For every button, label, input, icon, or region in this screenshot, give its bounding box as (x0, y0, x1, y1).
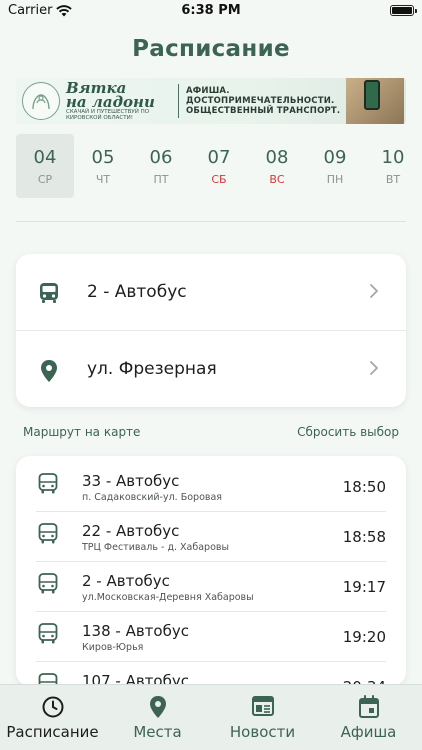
status-time: 6:38 PM (181, 3, 241, 18)
tab-label: Места (133, 723, 182, 741)
banner-text-line1: АФИША. (186, 86, 230, 96)
bus-outline-icon (38, 473, 58, 494)
tab-places[interactable]: Места (105, 685, 210, 750)
tab-events[interactable]: Афиша (316, 685, 421, 750)
date-weekday: ВТ (385, 173, 401, 186)
trip-route: Киров-Юрья (82, 642, 144, 653)
date-number: 08 (265, 147, 289, 168)
banner-subtitle: скачай и путешествуй по Кировской област… (66, 109, 150, 121)
trip-time: 19:17 (342, 578, 386, 596)
list-item[interactable]: 138 - Автобус Киров-Юрья 19:20 (16, 606, 406, 656)
tab-label: Новости (229, 723, 296, 741)
trip-time: 19:20 (342, 628, 386, 646)
clock-icon (42, 696, 63, 718)
battery-icon (390, 5, 417, 16)
banner-brand-line2: на ладони (66, 93, 155, 111)
selection-card: 2 - Автобус ул. Фрезерная (16, 254, 406, 407)
trip-title: 138 - Автобус (82, 622, 189, 640)
trip-route: ул.Московская-Деревня Хабаровы (82, 592, 254, 603)
route-on-map-link[interactable]: Маршрут на карте (23, 425, 140, 439)
bus-outline-icon (38, 523, 58, 544)
date-number: 04 (33, 147, 57, 168)
date-item-04[interactable]: 04 СР (16, 134, 74, 198)
banner-brand: Вятка на ладони (66, 81, 155, 111)
date-item-08[interactable]: 08 ВС (248, 134, 306, 198)
date-weekday: ПН (326, 173, 344, 186)
tab-news[interactable]: Новости (210, 685, 315, 750)
date-weekday: ПТ (153, 173, 169, 186)
stop-selector[interactable]: ул. Фрезерная (16, 331, 406, 407)
selected-route: 2 - Автобус (87, 282, 187, 302)
date-item-07[interactable]: 07 СБ (190, 134, 248, 198)
banner-emblem-icon (22, 82, 60, 120)
reset-selection-link[interactable]: Сбросить выбор (297, 425, 399, 439)
date-item-05[interactable]: 05 ЧТ (74, 134, 132, 198)
banner-text-line2: ДОСТОПРИМЕЧАТЕЛЬНОСТИ. (186, 96, 335, 106)
date-item-09[interactable]: 09 ПН (306, 134, 364, 198)
tab-label: Афиша (340, 723, 397, 741)
trip-time: 18:50 (342, 478, 386, 496)
status-bar: Carrier 6:38 PM (0, 0, 422, 24)
chevron-right-icon (370, 361, 378, 375)
promo-banner[interactable]: Вятка на ладони скачай и путешествуй по … (16, 78, 406, 124)
route-selector[interactable]: 2 - Автобус (16, 254, 406, 330)
date-weekday: ЧТ (95, 173, 111, 186)
divider (16, 221, 406, 222)
bus-outline-icon (38, 623, 58, 644)
bus-outline-icon (38, 573, 58, 594)
date-weekday: ВС (269, 173, 285, 186)
date-weekday: СБ (211, 173, 227, 186)
trip-title: 2 - Автобус (82, 572, 170, 590)
selected-stop: ул. Фрезерная (87, 359, 217, 379)
bus-icon (40, 283, 58, 303)
schedule-list: 33 - Автобус п. Садаковский-ул. Боровая … (16, 456, 406, 686)
list-item[interactable]: 33 - Автобус п. Садаковский-ул. Боровая … (16, 456, 406, 506)
list-item[interactable]: 22 - Автобус ТРЦ Фестиваль - д. Хабаровы… (16, 506, 406, 556)
banner-divider (178, 84, 179, 118)
chevron-right-icon (370, 284, 378, 298)
trip-title: 33 - Автобус (82, 472, 180, 490)
date-number: 06 (149, 147, 173, 168)
date-weekday: СР (37, 173, 53, 186)
date-number: 10 (381, 147, 405, 168)
list-item[interactable]: 2 - Автобус ул.Московская-Деревня Хабаро… (16, 556, 406, 606)
map-pin-icon (149, 696, 166, 718)
trip-route: ТРЦ Фестиваль - д. Хабаровы (82, 542, 229, 553)
list-item[interactable]: 107 - Автобус 20:34 (16, 656, 406, 686)
date-item-06[interactable]: 06 ПТ (132, 134, 190, 198)
tab-label: Расписание (6, 723, 99, 741)
page-title: Расписание (132, 36, 290, 62)
date-selector: 04 СР 05 ЧТ 06 ПТ 07 СБ 08 ВС 09 ПН 10 В… (16, 134, 422, 198)
date-number: 05 (91, 147, 115, 168)
map-pin-icon (41, 360, 57, 382)
banner-text-line3: ОБЩЕСТВЕННЫЙ ТРАНСПОРТ. (186, 106, 341, 116)
tab-schedule[interactable]: Расписание (0, 685, 105, 750)
date-number: 07 (207, 147, 231, 168)
trip-title: 22 - Автобус (82, 522, 180, 540)
date-number: 09 (323, 147, 347, 168)
trip-route: п. Садаковский-ул. Боровая (82, 492, 223, 503)
newspaper-icon (251, 696, 274, 716)
banner-phone-image (346, 78, 404, 124)
tab-bar: Расписание Места Новости Афиша (0, 684, 422, 750)
date-item-10[interactable]: 10 ВТ (364, 134, 422, 198)
trip-time: 18:58 (342, 528, 386, 546)
banner-text: АФИША. ДОСТОПРИМЕЧАТЕЛЬНОСТИ. ОБЩЕСТВЕНН… (186, 86, 340, 116)
calendar-icon (358, 695, 379, 718)
